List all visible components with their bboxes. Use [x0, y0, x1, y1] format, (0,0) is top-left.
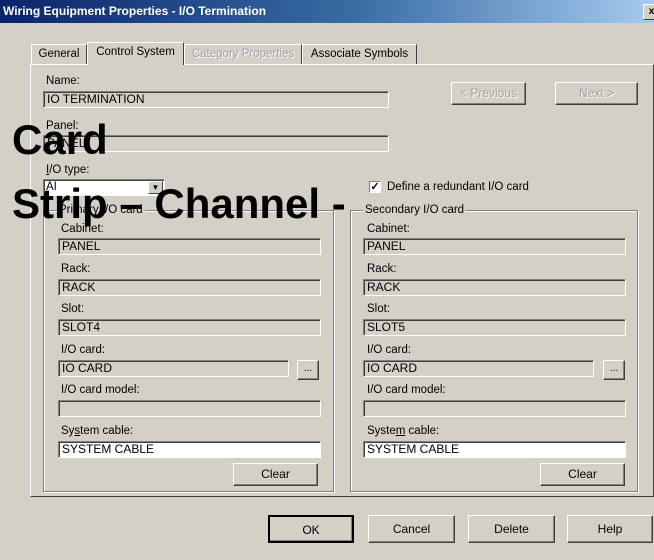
io-type-label: I/O type: — [46, 164, 90, 176]
primary-io-card-field[interactable]: IO CARD — [58, 360, 289, 377]
name-field[interactable]: IO TERMINATION — [43, 91, 389, 108]
cancel-button[interactable]: Cancel — [368, 515, 455, 543]
secondary-clear-button[interactable]: Clear — [540, 463, 625, 486]
delete-button[interactable]: Delete — [468, 515, 555, 543]
secondary-slot-field[interactable]: SLOT5 — [363, 319, 626, 336]
secondary-cabinet-field[interactable]: PANEL — [363, 238, 626, 255]
window-titlebar: Wiring Equipment Properties - I/O Termin… — [0, 0, 654, 23]
secondary-rack-label: Rack: — [367, 263, 397, 275]
primary-io-card-label: I/O card: — [61, 344, 106, 356]
secondary-io-card-browse-button[interactable]: ... — [603, 360, 625, 380]
window-title: Wiring Equipment Properties - I/O Termin… — [3, 4, 267, 18]
next-button: Next > — [555, 82, 638, 105]
secondary-io-card-field[interactable]: IO CARD — [363, 360, 594, 377]
tab-control-system[interactable]: Control System — [87, 42, 184, 65]
ok-button[interactable]: OK — [268, 515, 354, 543]
primary-rack-field[interactable]: RACK — [58, 279, 321, 296]
primary-io-card-browse-button[interactable]: ... — [297, 360, 319, 380]
primary-io-card-model-field[interactable] — [58, 400, 321, 417]
secondary-rack-field[interactable]: RACK — [363, 279, 626, 296]
redundant-checkbox-label[interactable]: Define a redundant I/O card — [387, 181, 529, 193]
primary-clear-button[interactable]: Clear — [233, 463, 318, 486]
previous-button: < Previous — [451, 82, 526, 105]
secondary-group-legend: Secondary I/O card — [363, 204, 467, 216]
secondary-io-card-model-field[interactable] — [363, 400, 626, 417]
redundant-checkbox[interactable]: ✓ — [369, 181, 381, 193]
secondary-system-cable-field[interactable]: SYSTEM CABLE — [363, 441, 626, 458]
primary-rack-label: Rack: — [61, 263, 91, 275]
help-button[interactable]: Help — [567, 515, 653, 543]
secondary-io-card-label: I/O card: — [367, 344, 412, 356]
name-label: Name: — [46, 75, 80, 87]
close-icon[interactable]: x — [643, 4, 654, 20]
primary-system-cable-label: System cable: — [61, 425, 134, 437]
overlay-card-text: Card — [12, 116, 108, 163]
tab-general[interactable]: General — [31, 44, 87, 64]
secondary-cabinet-label: Cabinet: — [367, 223, 410, 235]
primary-io-card-model-label: I/O card model: — [61, 384, 140, 396]
tab-associate-symbols[interactable]: Associate Symbols — [302, 44, 417, 64]
primary-slot-label: Slot: — [61, 303, 85, 315]
secondary-system-cable-label: System cable: — [367, 425, 440, 437]
primary-cabinet-field[interactable]: PANEL — [58, 238, 321, 255]
secondary-slot-label: Slot: — [367, 303, 391, 315]
secondary-io-card-model-label: I/O card model: — [367, 384, 446, 396]
overlay-strip-channel-text: Strip – Channel - — [12, 180, 346, 227]
primary-system-cable-field[interactable]: SYSTEM CABLE — [58, 441, 321, 458]
tab-category-properties: Category Properties — [184, 44, 302, 64]
primary-slot-field[interactable]: SLOT4 — [58, 319, 321, 336]
